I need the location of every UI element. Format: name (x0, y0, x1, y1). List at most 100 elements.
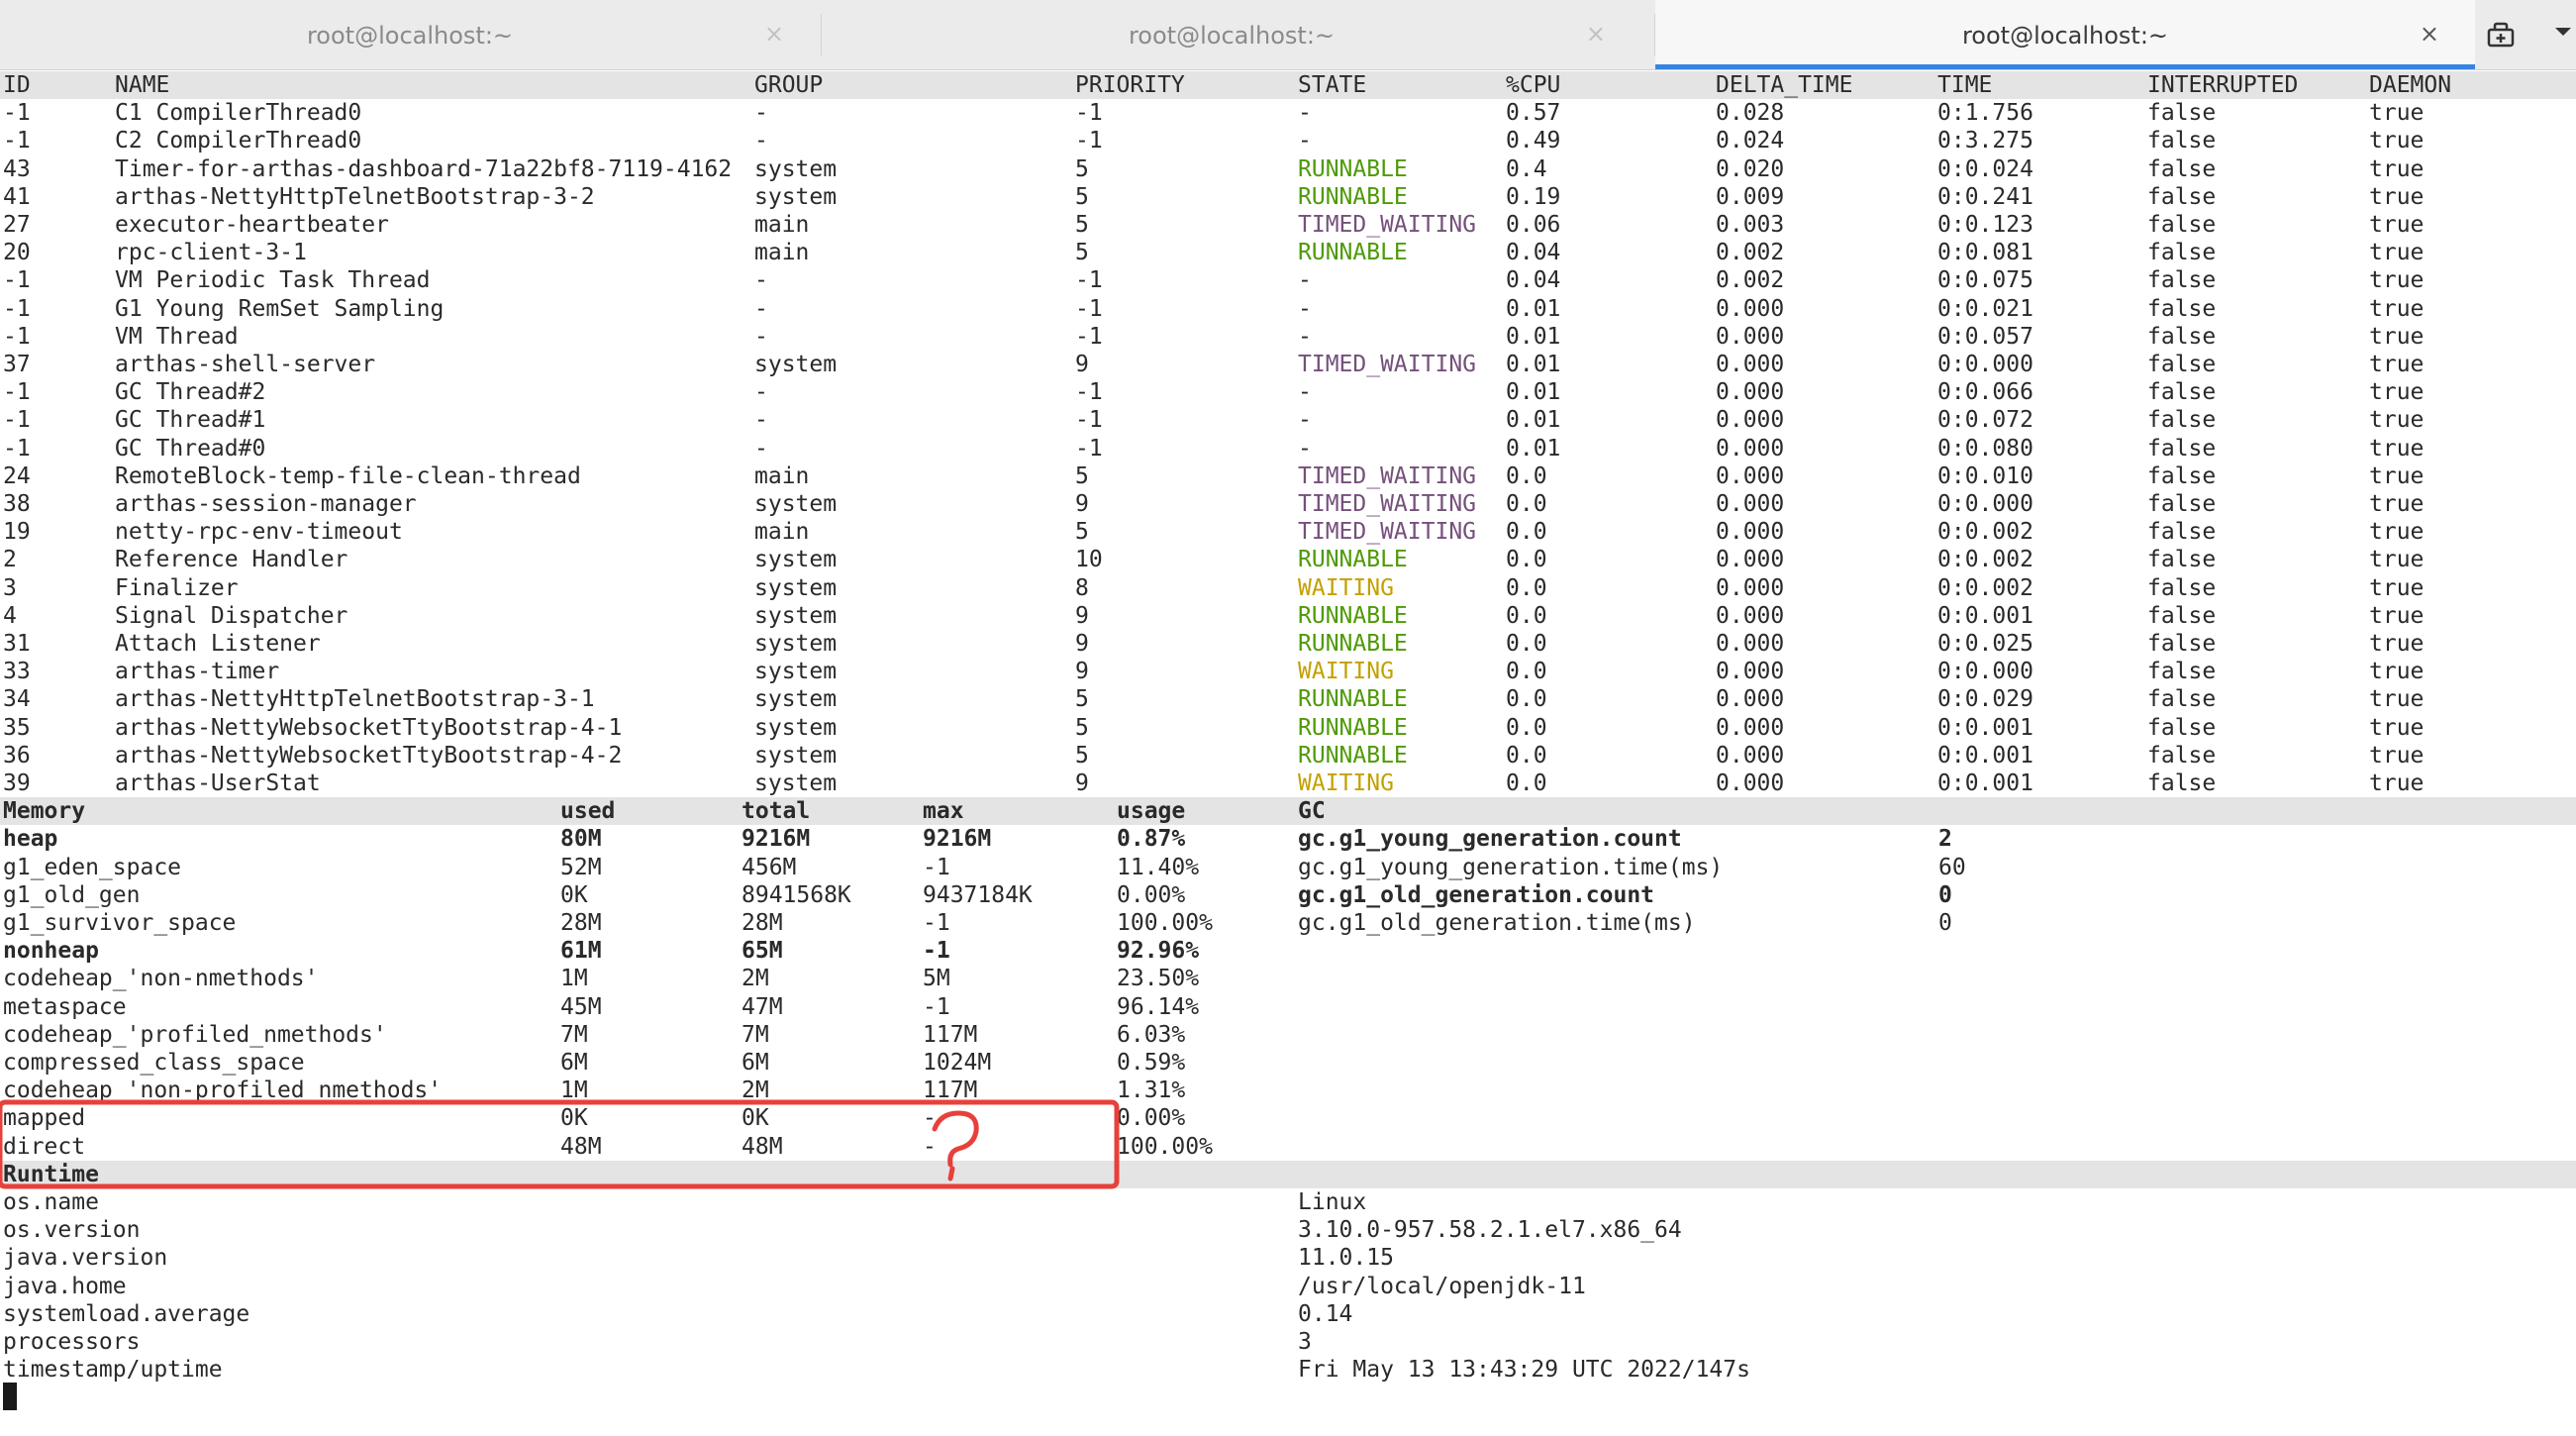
memory-used: 6M (560, 1050, 588, 1076)
thread-interrupted: false (2147, 770, 2217, 796)
thread-daemon: true (2369, 491, 2425, 517)
thread-row: -1 C2 CompilerThread0 - -1 - 0.49 0.024 0:3.275… (0, 127, 2576, 154)
chevron-down-icon[interactable] (2554, 26, 2572, 38)
tab-terminal-3[interactable]: root@localhost:~ × (1655, 0, 2475, 69)
thread-row: 37 arthas-shell-server system 9 TIMED_WAITIN… (0, 351, 2576, 378)
thread-interrupted: false (2147, 686, 2217, 713)
thread-priority: 9 (1075, 602, 1089, 629)
thread-row: -1 VM Thread - -1 - 0.01 0.000 0:0.057 false true (0, 323, 2576, 351)
thread-time: 0:0.081 (1937, 240, 2033, 266)
thread-state: TIMED_WAITING (1298, 462, 1477, 489)
thread-time: 0:0.000 (1937, 352, 2033, 377)
thread-daemon: true (2369, 352, 2425, 377)
thread-priority: 5 (1075, 155, 1089, 182)
thread-interrupted: false (2147, 128, 2217, 154)
thread-row: -1 VM Periodic Task Thread - -1 - 0.04 0.002 0:… (0, 266, 2576, 294)
thread-cpu: 0.0 (1506, 631, 1547, 657)
memory-memory: metaspace (3, 993, 127, 1020)
memory-used: 1M (560, 1077, 588, 1104)
thread-row: 31 Attach Listener system 9 RUNNABLE 0.0 0.000… (0, 630, 2576, 658)
memory-row: nonheap 61M 65M -1 92.96% (0, 937, 2576, 965)
runtime-header: Runtime (0, 1160, 2576, 1188)
thread-delta-time: 0.000 (1716, 295, 1785, 322)
thread-time: 0:0.002 (1937, 519, 2033, 546)
thread-state: RUNNABLE (1298, 714, 1408, 741)
gc-metric-value: 2 (1938, 826, 1952, 853)
thread-interrupted: false (2147, 435, 2217, 462)
thread-priority: -1 (1075, 100, 1103, 127)
memory-memory: g1_eden_space (3, 854, 182, 880)
thread-id: 37 (3, 352, 31, 377)
close-icon[interactable]: × (1586, 20, 1606, 48)
memory-memory: mapped (3, 1105, 86, 1132)
thread-daemon: true (2369, 686, 2425, 713)
thread-daemon: true (2369, 267, 2425, 294)
memory-used: 7M (560, 1021, 588, 1048)
memory-usage: 6.03% (1117, 1021, 1186, 1048)
thread-cpu: 0.0 (1506, 742, 1547, 769)
thread-interrupted: false (2147, 352, 2217, 377)
thread-state: RUNNABLE (1298, 155, 1408, 182)
thread-priority: 5 (1075, 212, 1089, 238)
thread-daemon: true (2369, 323, 2425, 350)
thread-priority: 10 (1075, 547, 1103, 573)
memory-total: 48M (742, 1133, 783, 1160)
thread-id: -1 (3, 435, 31, 462)
thread-row: 33 arthas-timer system 9 WAITING 0.0 0.000 0:0.… (0, 658, 2576, 685)
thread-id: -1 (3, 295, 31, 322)
new-tab-button[interactable] (2457, 0, 2556, 69)
thread-cpu: 0.57 (1506, 100, 1561, 127)
memory-used: 28M (560, 910, 602, 936)
terminal-output[interactable]: ID NAME GROUP PRIORITY STATE %CPU DELTA_TIME TI… (0, 71, 2576, 1436)
gc-metric-value: 60 (1938, 854, 1966, 880)
thread-interrupted: false (2147, 379, 2217, 406)
thread-delta-time: 0.000 (1716, 686, 1785, 713)
thread-row: -1 GC Thread#2 - -1 - 0.01 0.000 0:0.066 false tr… (0, 378, 2576, 406)
thread-row: 20 rpc-client-3-1 main 5 RUNNABLE 0.04 0.002 0:… (0, 239, 2576, 266)
thread-name: rpc-client-3-1 (115, 240, 307, 266)
thread-state: WAITING (1298, 659, 1394, 685)
thread-priority: -1 (1075, 267, 1103, 294)
thread-name: G1 Young RemSet Sampling (115, 295, 445, 322)
thread-state: TIMED_WAITING (1298, 491, 1477, 517)
thread-priority: 8 (1075, 574, 1089, 601)
memory-max: 1024M (923, 1050, 992, 1076)
thread-interrupted: false (2147, 295, 2217, 322)
thread-interrupted: false (2147, 519, 2217, 546)
thread-state: - (1298, 128, 1312, 154)
runtime-row: os.name Linux (0, 1188, 2576, 1216)
thread-name: executor-heartbeater (115, 212, 389, 238)
memory-used: 0K (560, 1105, 588, 1132)
new-tab-icon (2487, 22, 2515, 48)
runtime-key: processors (3, 1329, 141, 1355)
thread-row: 24 RemoteBlock-temp-file-clean-thread main… (0, 462, 2576, 490)
thread-id: 19 (3, 519, 31, 546)
tab-terminal-1[interactable]: root@localhost:~ × (0, 0, 820, 69)
close-icon[interactable]: × (764, 20, 784, 48)
thread-priority: -1 (1075, 323, 1103, 350)
thread-name: arthas-timer (115, 659, 280, 685)
thread-state: - (1298, 295, 1312, 322)
thread-interrupted: false (2147, 602, 2217, 629)
thread-priority: 5 (1075, 742, 1089, 769)
tab-terminal-2[interactable]: root@localhost:~ × (822, 0, 1641, 69)
memory-max: -1 (923, 993, 950, 1020)
thread-interrupted: false (2147, 742, 2217, 769)
runtime-row: processors 3 (0, 1328, 2576, 1356)
thread-id: -1 (3, 323, 31, 350)
thread-delta-time: 0.002 (1716, 267, 1785, 294)
thread-daemon: true (2369, 240, 2425, 266)
thread-time: 0:0.000 (1937, 659, 2033, 685)
thread-row: 27 executor-heartbeater main 5 TIMED_WAITING… (0, 211, 2576, 239)
column-header-priority: PRIORITY (1075, 72, 1185, 98)
thread-delta-time: 0.000 (1716, 379, 1785, 406)
thread-state: RUNNABLE (1298, 742, 1408, 769)
runtime-title: Runtime (3, 1161, 99, 1187)
thread-delta-time: 0.003 (1716, 212, 1785, 238)
thread-state: RUNNABLE (1298, 183, 1408, 210)
runtime-value: Linux (1298, 1189, 1367, 1215)
thread-id: -1 (3, 100, 31, 127)
thread-id: 34 (3, 686, 31, 713)
close-icon[interactable]: × (2420, 20, 2439, 48)
thread-id: 36 (3, 742, 31, 769)
